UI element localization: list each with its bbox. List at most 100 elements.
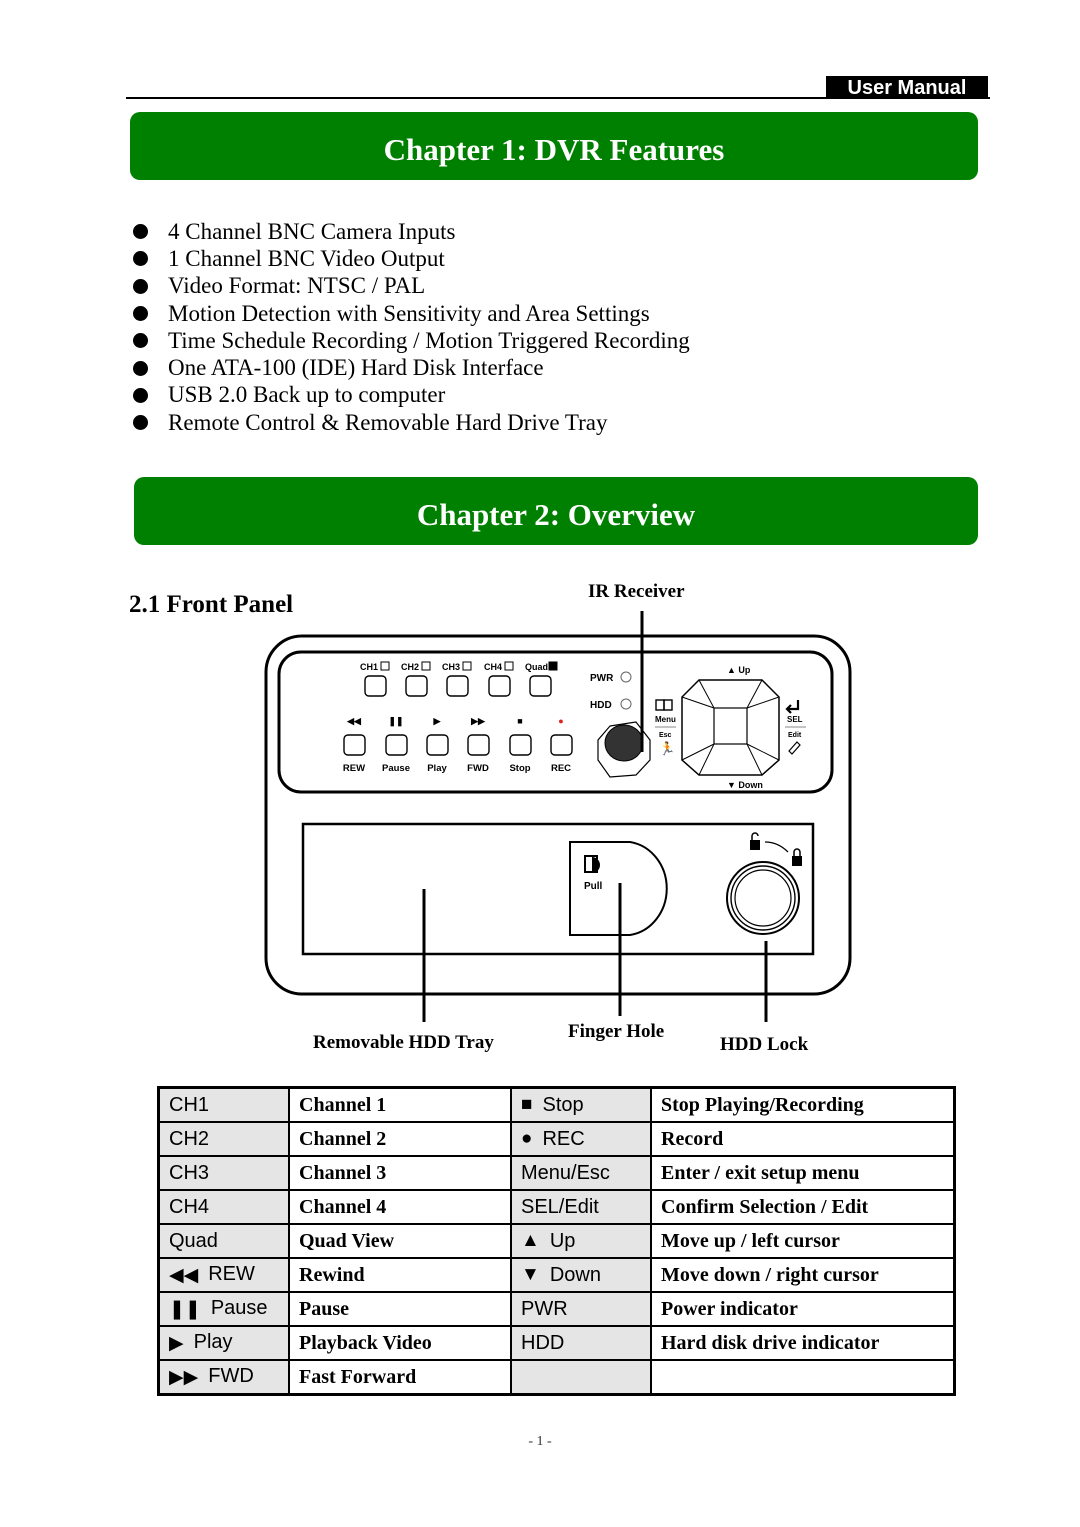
menu-book-icon [655, 699, 673, 711]
description-cell-text: Move down / right cursor [661, 1263, 879, 1286]
transport-button [385, 734, 408, 756]
play-icon: ▶ [169, 1332, 184, 1354]
table-row: CH2 Channel 2 ● REC Record [157, 1121, 956, 1157]
key-cell: ▲ Up [510, 1223, 652, 1259]
key-cell [510, 1359, 652, 1396]
key-cell: CH4 [157, 1189, 290, 1225]
table-row: ◀◀ REW Rewind ▼ Down Move down / right cursor [157, 1257, 956, 1293]
table-row: ▶ Play Playback Video HDD Hard disk drive in… [157, 1325, 956, 1361]
hdd-label: HDD [590, 700, 612, 711]
stop-icon: ■ [517, 716, 522, 726]
channel-button-label: Quad [525, 662, 548, 672]
description-cell: Move down / right cursor [650, 1257, 956, 1293]
navigation-pad [681, 679, 780, 776]
description-cell: Channel 2 [288, 1121, 512, 1157]
sel-label: SEL [787, 715, 803, 724]
transport-button [509, 734, 532, 756]
key-cell-text: CH4 [169, 1195, 210, 1218]
transport-button [550, 734, 573, 756]
key-cell: HDD [510, 1325, 652, 1361]
description-cell-text: Quad View [299, 1229, 395, 1252]
pause-icon: ❚❚ [169, 1298, 201, 1320]
description-cell: Channel 4 [288, 1189, 512, 1225]
key-cell: ❚❚ Pause [157, 1291, 290, 1327]
description-cell: Stop Playing/Recording [650, 1086, 956, 1123]
description-cell: Confirm Selection / Edit [650, 1189, 956, 1225]
key-cell-text: Play [193, 1331, 233, 1354]
description-cell-text: Channel 4 [299, 1195, 387, 1218]
table-row: CH4 Channel 4 SEL/Edit Confirm Selection / … [157, 1189, 956, 1225]
transport-button [467, 734, 490, 756]
key-cell: ● REC [510, 1121, 652, 1157]
key-cell-text: CH1 [169, 1093, 210, 1116]
description-cell-text: Channel 2 [299, 1127, 387, 1150]
key-cell: PWR [510, 1291, 652, 1327]
down-arrow-icon: ▼ [521, 1264, 540, 1286]
description-cell: Enter / exit setup menu [650, 1155, 956, 1191]
quad-layout-icon [380, 661, 390, 671]
description-cell-text: Record [661, 1127, 724, 1150]
channel-button-label: CH4 [484, 662, 502, 672]
key-cell-text: Down [549, 1263, 601, 1286]
transport-button [426, 734, 449, 756]
channel-button [529, 675, 552, 697]
key-cell: CH1 [157, 1086, 290, 1123]
description-cell-text: Enter / exit setup menu [661, 1161, 860, 1184]
hdd-led-icon [620, 698, 632, 710]
description-cell-text: Move up / left cursor [661, 1229, 840, 1252]
key-cell-text: Up [549, 1229, 576, 1252]
nav-down-label: ▼ Down [727, 780, 763, 790]
hdd-lock-ring [726, 861, 800, 935]
channel-button [364, 675, 387, 697]
channel-button [488, 675, 511, 697]
enter-arrow-icon [785, 700, 800, 714]
key-cell: Quad [157, 1223, 290, 1259]
transport-button-label: REW [343, 763, 365, 774]
key-cell-text: HDD [521, 1331, 565, 1354]
channel-button [446, 675, 469, 697]
key-cell: CH2 [157, 1121, 290, 1157]
rewind-icon: ◀◀ [169, 1264, 199, 1286]
description-cell: Fast Forward [288, 1359, 512, 1396]
unlock-icon [750, 832, 760, 850]
record-icon: ● [558, 716, 563, 726]
table-row: ▶▶ FWD Fast Forward [157, 1359, 956, 1396]
key-cell: ■ Stop [510, 1086, 652, 1123]
description-cell-text: Fast Forward [299, 1365, 417, 1388]
table-row: CH3 Channel 3 Menu/Esc Enter / exit setup m… [157, 1155, 956, 1191]
key-cell: ▼ Down [510, 1257, 652, 1293]
pwr-label: PWR [590, 673, 614, 684]
description-cell-text: Power indicator [661, 1297, 798, 1320]
description-cell-text: Channel 3 [299, 1161, 387, 1184]
transport-button-label: Pause [382, 763, 410, 774]
pull-label: Pull [584, 881, 603, 892]
key-cell-text: SEL/Edit [521, 1195, 599, 1218]
channel-button-label: CH1 [360, 662, 378, 672]
quad-layout-icon [548, 661, 558, 671]
transport-button-label: FWD [467, 763, 489, 774]
pencil-icon [788, 741, 801, 755]
transport-button-label: REC [551, 763, 571, 774]
key-cell-text: FWD [208, 1365, 254, 1388]
key-cell-text: CH2 [169, 1127, 210, 1150]
esc-label: Esc [659, 732, 672, 739]
description-cell: Quad View [288, 1223, 512, 1259]
description-cell: Pause [288, 1291, 512, 1327]
key-cell-text: Quad [169, 1229, 218, 1252]
key-cell: SEL/Edit [510, 1189, 652, 1225]
description-cell [650, 1359, 956, 1396]
record-icon: ● [521, 1128, 533, 1150]
key-cell-text: Pause [210, 1297, 268, 1320]
description-cell: Rewind [288, 1257, 512, 1293]
key-cell-text: Menu/Esc [521, 1161, 610, 1184]
key-cell-text: REC [542, 1127, 585, 1150]
fast-forward-icon: ▶▶ [169, 1366, 199, 1388]
stop-icon: ■ [521, 1094, 533, 1116]
description-cell-text: Stop Playing/Recording [661, 1093, 864, 1116]
button-function-table: CH1 Channel 1 ■ Stop Stop Playing/Recording C… [157, 1086, 956, 1396]
transport-button-label: Stop [509, 763, 530, 774]
description-cell: Playback Video [288, 1325, 512, 1361]
description-cell-text: Channel 1 [299, 1093, 387, 1116]
pause-icon: ❚❚ [388, 716, 403, 727]
description-cell-text: Hard disk drive indicator [661, 1331, 880, 1354]
